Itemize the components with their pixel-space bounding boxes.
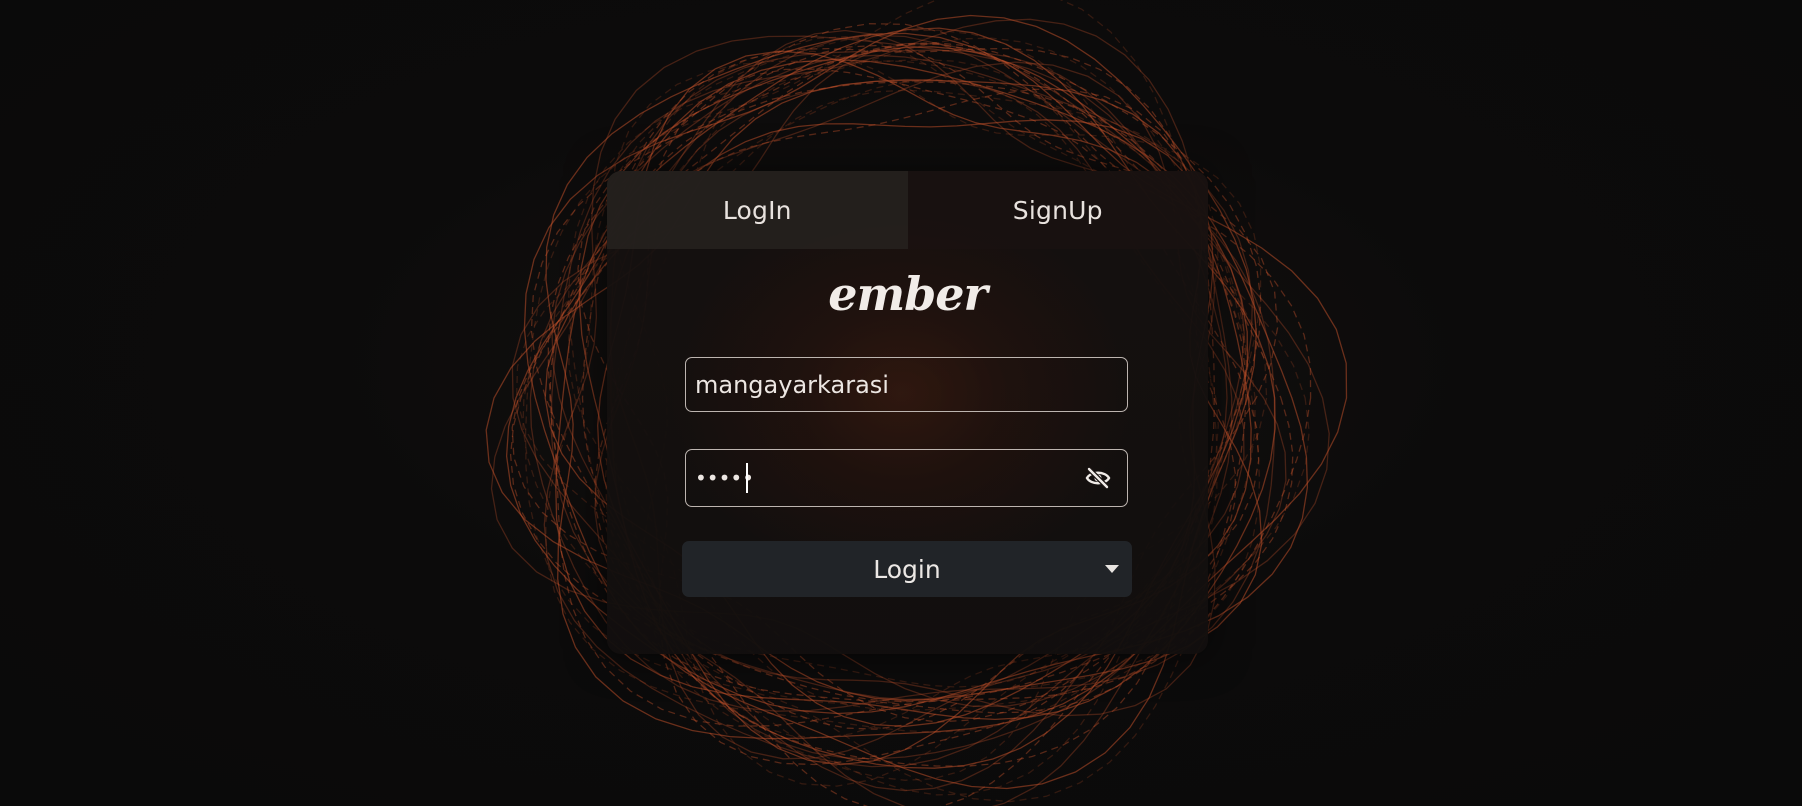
page-background: LogIn SignUp ember Login: [0, 0, 1802, 806]
brand-logo: ember: [828, 267, 988, 321]
eye-slash-icon[interactable]: [1085, 467, 1111, 489]
login-button[interactable]: Login: [682, 541, 1132, 597]
auth-card: LogIn SignUp ember Login: [607, 171, 1208, 654]
username-field-wrapper: [685, 357, 1128, 412]
password-field-wrapper: [685, 449, 1128, 507]
text-cursor: [746, 463, 748, 493]
caret-down-icon[interactable]: [1105, 565, 1119, 573]
tab-login[interactable]: LogIn: [607, 171, 908, 249]
tab-signup-label: SignUp: [1012, 195, 1103, 225]
username-input[interactable]: [686, 358, 1127, 411]
login-button-label: Login: [873, 554, 941, 584]
tab-signup[interactable]: SignUp: [907, 171, 1208, 249]
password-input[interactable]: [686, 450, 1127, 506]
auth-tabs: LogIn SignUp: [607, 171, 1208, 249]
tab-login-label: LogIn: [722, 195, 792, 225]
